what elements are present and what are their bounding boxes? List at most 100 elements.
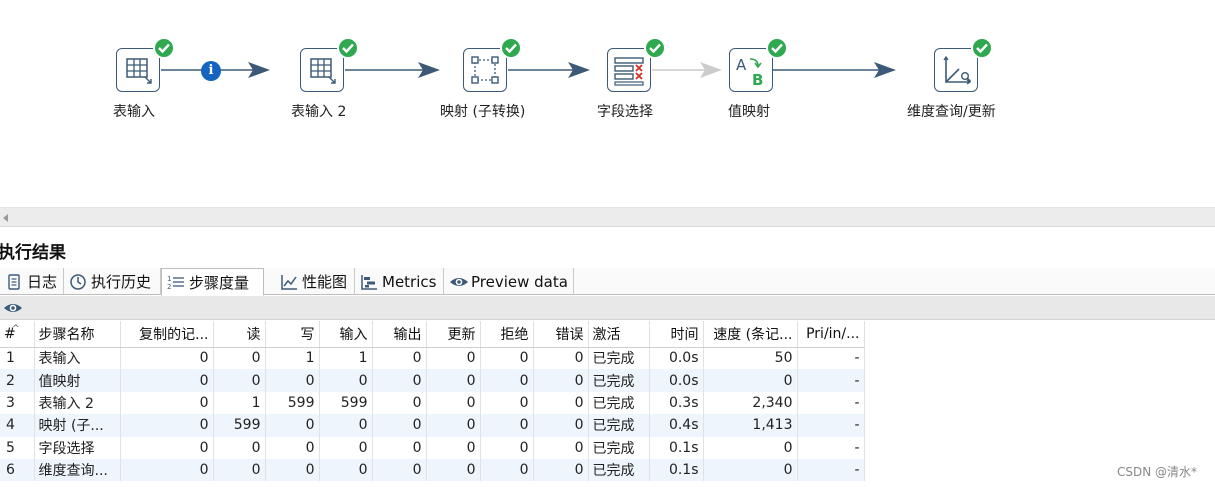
table-row[interactable]: 4 映射 (子... 0 599 0 0 0 0 0 0 已完成 0.4s 1,413- — [0, 414, 865, 437]
cell-input: 599 — [319, 391, 373, 415]
dimension-lookup-icon — [934, 48, 978, 92]
watermark-text: CSDN @清水* — [1117, 465, 1198, 479]
column-header-step-name[interactable]: 步骤名称 — [34, 321, 121, 348]
success-check-icon — [971, 37, 993, 59]
column-header-updated[interactable]: 更新 — [426, 321, 481, 348]
select-values-icon — [607, 48, 651, 92]
column-header-output[interactable]: 输出 — [372, 321, 427, 348]
step-label: 映射 (子转换) — [440, 104, 526, 120]
cell-copies: 0 — [120, 347, 214, 370]
column-header-read[interactable]: 读 — [213, 321, 266, 348]
step-metrics-icon: 12 — [167, 273, 185, 291]
cell-pri-in-out: - — [797, 391, 865, 415]
step-table-input-2[interactable] — [300, 37, 359, 94]
step-label: 表输入 2 — [291, 104, 347, 120]
table-row[interactable]: 1 表输入 0 0 1 1 0 0 0 0 已完成 0.0s 50- — [0, 347, 865, 370]
column-header-written[interactable]: 写 — [265, 321, 320, 348]
cell-speed: 0 — [703, 436, 798, 459]
metrics-icon — [360, 273, 378, 291]
step-mapping[interactable] — [463, 37, 522, 94]
preview-eye-icon — [449, 273, 468, 291]
step-table-input[interactable] — [116, 37, 175, 94]
cell-rejected: 0 — [480, 369, 534, 392]
canvas-horizontal-scrollbar[interactable] — [0, 207, 1215, 227]
cell-errors: 0 — [533, 458, 589, 482]
cell-active: 已完成 — [588, 414, 650, 437]
cell-written: 0 — [265, 458, 320, 482]
cell-time: 0.0s — [649, 347, 704, 370]
column-header-rejected[interactable]: 拒绝 — [480, 321, 534, 348]
tab-performance-graph[interactable]: 性能图 — [275, 268, 355, 295]
tab-label: 性能图 — [302, 273, 348, 291]
table-input-icon — [116, 48, 160, 92]
table-row[interactable]: 6 维度查询... 0 0 0 0 0 0 0 0 已完成 0.1s 0- — [0, 458, 865, 482]
cell-input: 0 — [319, 369, 373, 392]
step-label: 表输入 — [113, 104, 155, 120]
tab-label: 步骤度量 — [189, 273, 250, 292]
cell-step-name: 表输入 — [34, 347, 121, 370]
cell-speed: 2,340 — [703, 391, 798, 415]
cell-rownum: 2 — [0, 369, 35, 392]
cell-read: 0 — [213, 369, 266, 392]
column-header-input[interactable]: 输入 — [319, 321, 373, 348]
execution-results-title: 执行结果 — [0, 243, 66, 263]
cell-copies: 0 — [120, 414, 214, 437]
column-header-time[interactable]: 时间 — [649, 321, 704, 348]
svg-text:B: B — [752, 71, 763, 89]
cell-pri-in-out: - — [797, 436, 865, 459]
results-tab-bar: 日志 执行历史 12 步骤度量 性能图 Metrics Preview data — [0, 268, 1215, 296]
cell-copies: 0 — [120, 436, 214, 459]
step-dimension-lookup[interactable] — [934, 37, 993, 94]
cell-output: 0 — [372, 391, 427, 415]
column-header-errors[interactable]: 错误 — [533, 321, 589, 348]
step-label: 字段选择 — [597, 104, 653, 120]
cell-active: 已完成 — [588, 347, 650, 370]
scroll-left-arrow-icon[interactable] — [3, 214, 8, 222]
cell-rejected: 0 — [480, 391, 534, 415]
eye-icon[interactable] — [3, 300, 23, 320]
column-header-copies[interactable]: 复制的记... — [120, 321, 214, 348]
cell-pri-in-out: - — [797, 347, 865, 370]
cell-time: 0.1s — [649, 458, 704, 482]
tab-execution-history[interactable]: 执行历史 — [64, 268, 161, 295]
cell-copies: 0 — [120, 391, 214, 415]
table-row[interactable]: 3 表输入 2 0 1 599 599 0 0 0 0 已完成 0.3s 2,340- — [0, 391, 865, 415]
column-header-active[interactable]: 激活 — [588, 321, 650, 348]
cell-rownum: 3 — [0, 391, 35, 415]
cell-errors: 0 — [533, 391, 589, 415]
tab-step-metrics[interactable]: 12 步骤度量 — [161, 268, 264, 296]
cell-copies: 0 — [120, 458, 214, 482]
tab-label: Preview data — [471, 272, 568, 291]
table-row[interactable]: 2 值映射 0 0 0 0 0 0 0 0 已完成 0.0s 0- — [0, 369, 865, 392]
cell-speed: 1,413 — [703, 414, 798, 437]
cell-input: 0 — [319, 414, 373, 437]
step-label: 值映射 — [728, 104, 770, 120]
hop-info-icon[interactable]: i — [201, 61, 221, 81]
cell-rownum: 6 — [0, 458, 35, 482]
cell-read: 599 — [213, 414, 266, 437]
cell-copies: 0 — [120, 369, 214, 392]
cell-output: 0 — [372, 347, 427, 370]
cell-rejected: 0 — [480, 436, 534, 459]
mapping-icon — [463, 48, 507, 92]
cell-updated: 0 — [426, 369, 481, 392]
column-header-rownum[interactable]: ^ # — [0, 321, 35, 348]
cell-step-name: 值映射 — [34, 369, 121, 392]
transformation-canvas[interactable]: i 表输入 表输入 2 映射 (子转换) 字段选择 A B 值映射 维度查询/更… — [0, 0, 1215, 207]
cell-active: 已完成 — [588, 369, 650, 392]
column-header-speed[interactable]: 速度 (条记... — [703, 321, 798, 348]
table-input-icon — [300, 48, 344, 92]
table-row[interactable]: 5 字段选择 0 0 0 0 0 0 0 0 已完成 0.1s 0- — [0, 436, 865, 459]
tab-log[interactable]: 日志 — [0, 268, 64, 295]
cell-speed: 0 — [703, 369, 798, 392]
cell-time: 0.1s — [649, 436, 704, 459]
step-select-values[interactable] — [607, 37, 666, 94]
step-value-mapper[interactable]: A B — [729, 37, 788, 94]
tab-metrics[interactable]: Metrics — [355, 268, 444, 295]
cell-step-name: 表输入 2 — [34, 391, 121, 415]
svg-text:2: 2 — [167, 283, 171, 291]
cell-active: 已完成 — [588, 436, 650, 459]
cell-output: 0 — [372, 458, 427, 482]
column-header-pri-in-out[interactable]: Pri/in/... — [797, 321, 865, 348]
tab-preview-data[interactable]: Preview data — [444, 268, 574, 295]
